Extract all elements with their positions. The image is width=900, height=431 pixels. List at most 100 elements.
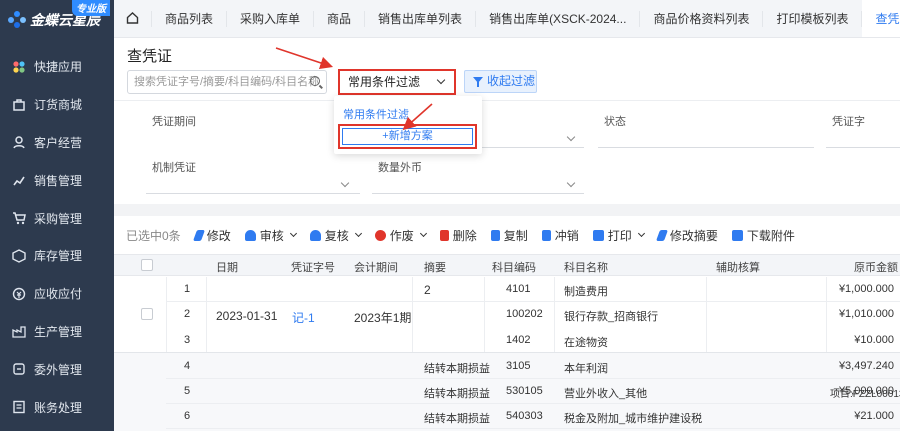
amount: ¥5,000.000 (838, 385, 894, 397)
row-number: 3 (184, 334, 191, 346)
search-placeholder: 搜索凭证字号/摘要/科目编码/科目名称 (134, 76, 320, 88)
header-date[interactable]: 日期 (216, 259, 238, 275)
account-code: 530105 (506, 385, 543, 397)
field-voucher-word[interactable]: 凭证字 (826, 113, 900, 148)
chevron-down-icon (566, 132, 576, 142)
tab-sales-out-doc[interactable]: 销售出库单(XSCK-2024... (476, 10, 641, 27)
tab-print-templates[interactable]: 打印模板列表 (763, 10, 863, 27)
sidebar-item-production[interactable]: 生产管理 (0, 313, 114, 351)
collapse-filter-label: 收起过滤 (487, 74, 536, 88)
field-status[interactable]: 状态 (598, 113, 814, 148)
filter-scheme-dropdown: 常用条件过滤 +新增方案 (334, 96, 482, 154)
audit-button[interactable]: 审核 (244, 227, 297, 244)
recheck-button[interactable]: 复核 (309, 227, 362, 244)
search-input[interactable]: 搜索凭证字号/摘要/科目编码/科目名称 (127, 70, 327, 94)
edit-summary-button[interactable]: 修改摘要 (655, 227, 718, 244)
toolbar-label: 审核 (259, 228, 284, 243)
reverse-button[interactable]: 冲销 (541, 227, 579, 244)
amount: ¥1,000.000 (838, 283, 894, 295)
sidebar-item-label: 订货商城 (34, 98, 83, 113)
sidebar-item-label: 生产管理 (34, 324, 83, 339)
sidebar-item-customer[interactable]: 客户经营 (0, 124, 114, 162)
download-icon (731, 229, 743, 241)
tab-product-list[interactable]: 商品列表 (152, 10, 228, 27)
table-row[interactable]: 3 1402 在途物资 ¥10.000 (166, 328, 900, 353)
table-row[interactable]: 2 100202 银行存款_招商银行 ¥1,010.000 (166, 302, 900, 327)
sidebar-item-purchase[interactable]: 采购管理 (0, 199, 114, 237)
field-underline (372, 193, 584, 194)
filter-scheme-select[interactable]: 常用条件过滤 (338, 69, 456, 95)
account-code: 4101 (506, 283, 531, 295)
header-period[interactable]: 会计期间 (354, 259, 398, 275)
void-button[interactable]: 作废 (374, 227, 427, 244)
tab-purchase-in[interactable]: 采购入库单 (227, 10, 315, 27)
header-auxiliary[interactable]: 辅助核算 (716, 259, 760, 275)
field-label: 数量外币 (378, 162, 422, 174)
brand[interactable]: 金蝶云星辰 专业版 (0, 0, 114, 40)
sidebar-nav: 快捷应用 订货商城 客户经营 销售管理 采购管理 库存管理 应收应付 生产管理 … (0, 48, 114, 426)
factory-icon (12, 324, 26, 339)
tab-sales-out-list[interactable]: 销售出库单列表 (365, 10, 477, 27)
header-amount[interactable]: 原币金额 (854, 259, 898, 275)
tab-voucher-list[interactable]: 查凭证列表× (862, 0, 900, 37)
chevron-down-icon (436, 75, 446, 85)
sidebar-item-finance[interactable]: 应收应付 (0, 275, 114, 313)
cart-icon (12, 211, 26, 225)
sidebar-item-label: 账务处理 (34, 400, 83, 415)
modify-button[interactable]: 修改 (192, 227, 231, 244)
table-row[interactable]: 6 结转本期损益 540303 税金及附加_城市维护建设税 ¥21.000 (166, 404, 900, 429)
store-icon (12, 98, 26, 112)
account-name: 营业外收入_其他 (564, 388, 648, 400)
account-name: 在途物资 (564, 337, 608, 349)
header-account-name[interactable]: 科目名称 (564, 259, 608, 275)
header-summary[interactable]: 摘要 (424, 259, 446, 275)
ledger-icon (12, 400, 26, 414)
sidebar-item-outsource[interactable]: 委外管理 (0, 350, 114, 388)
sidebar-item-inventory[interactable]: 库存管理 (0, 237, 114, 275)
account-name: 税金及附加_城市维护建设税 (564, 413, 703, 425)
tab-price-list[interactable]: 商品价格资料列表 (640, 10, 764, 27)
outsource-icon (12, 362, 26, 376)
sidebar-item-sales[interactable]: 销售管理 (0, 161, 114, 199)
amount: ¥3,497.240 (838, 360, 894, 372)
collapse-filter-button[interactable]: 收起过滤 (464, 70, 537, 93)
sidebar-item-apps[interactable]: 快捷应用 (0, 48, 114, 86)
dropdown-option-common[interactable]: 常用条件过滤 (343, 106, 409, 122)
toolbar-label: 复制 (503, 228, 528, 243)
void-icon (374, 229, 386, 241)
field-period[interactable]: 凭证期间 (152, 113, 360, 143)
table-row[interactable]: 5 结转本期损益 530105 营业外收入_其他 项目:FZZL00013 A项… (166, 379, 900, 404)
print-icon (592, 229, 604, 241)
table-row[interactable]: 4 结转本期损益 3105 本年利润 ¥3,497.240 (166, 354, 900, 379)
row-number: 6 (184, 410, 191, 422)
row-checkbox[interactable] (141, 308, 153, 320)
sidebar-item-store[interactable]: 订货商城 (0, 86, 114, 124)
add-plan-button[interactable]: +新增方案 (342, 128, 473, 145)
field-underline (598, 147, 814, 148)
row-number: 5 (184, 385, 191, 397)
add-plan-highlight: +新增方案 (338, 124, 477, 149)
header-account-code[interactable]: 科目编码 (492, 259, 536, 275)
table-row[interactable]: 1 4101 制造费用 ¥1,000.000 (166, 277, 900, 302)
copy-icon (490, 229, 500, 241)
sidebar-item-label: 应收应付 (34, 287, 83, 302)
search-icon[interactable] (310, 76, 320, 86)
field-maker[interactable]: 机制凭证 (146, 159, 360, 194)
delete-button[interactable]: 删除 (439, 227, 477, 244)
tab-home[interactable] (114, 10, 152, 27)
field-foreign-qty[interactable]: 数量外币 (372, 159, 584, 194)
account-name: 制造费用 (564, 286, 608, 298)
toolbar-label: 修改摘要 (669, 228, 718, 243)
select-all-checkbox[interactable] (141, 259, 153, 271)
account-code: 1402 (506, 334, 531, 346)
sidebar-item-label: 采购管理 (34, 211, 83, 226)
print-button[interactable]: 打印 (592, 227, 645, 244)
sidebar-item-ledger[interactable]: 账务处理 (0, 388, 114, 426)
copy-button[interactable]: 复制 (490, 227, 528, 244)
header-voucher-no[interactable]: 凭证字号 (291, 259, 335, 275)
download-button[interactable]: 下载附件 (731, 227, 795, 244)
row-number: 4 (184, 360, 191, 372)
edit-icon (655, 229, 668, 241)
tab-product[interactable]: 商品 (314, 10, 366, 27)
brand-logo-icon (8, 11, 26, 29)
